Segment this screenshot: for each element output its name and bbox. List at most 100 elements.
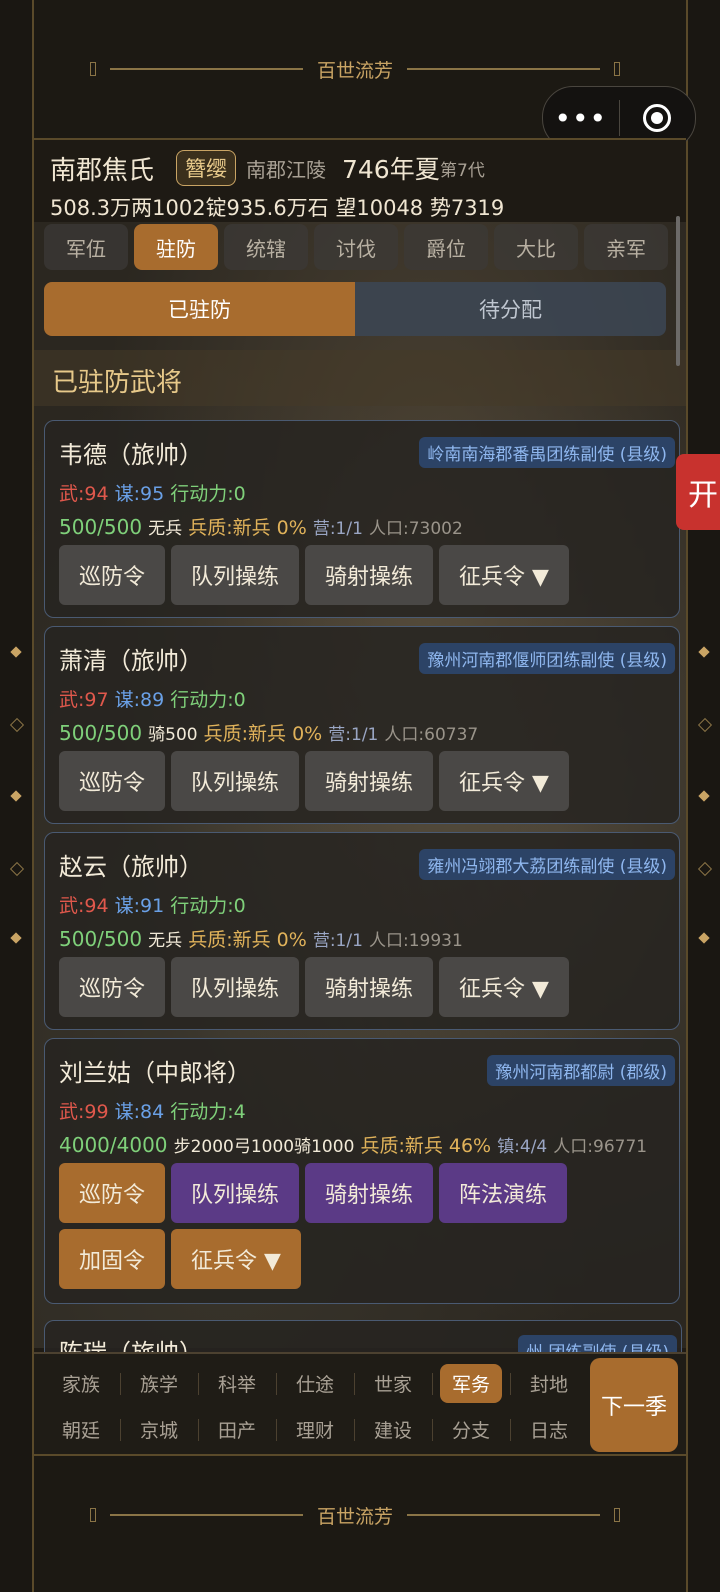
battle-array-drill-button[interactable]: 阵法演练 [439, 1163, 568, 1223]
patrol-order-button[interactable]: 巡防令 [59, 1163, 166, 1223]
general-post: 雍州冯翊郡大荔团练副使 (县级) [419, 849, 675, 880]
top-title-bar: 百世流芳 [90, 54, 621, 84]
top-title: 百世流芳 [317, 59, 394, 82]
troop-quality: 兵质:新兵 0% [188, 929, 307, 951]
formation-drill-button[interactable]: 队列操练 [171, 751, 300, 811]
tab-zhufang[interactable]: 驻防 [134, 224, 218, 270]
action-buttons: 巡防令 队列操练 骑射操练 征兵令 ▼ [59, 751, 569, 811]
population: 人口:60737 [384, 725, 479, 745]
martial-value: 武:94 [59, 895, 109, 917]
open-button[interactable]: 开 [676, 454, 720, 530]
general-card: 韦德（旅帅） 岭南南海郡番禺团练副使 (县级) 武:94 谋:95 行动力:0 … [44, 420, 680, 618]
tab-taofa[interactable]: 讨伐 [314, 224, 398, 270]
troop-count: 500/500 [59, 721, 143, 745]
side-ornament [10, 932, 22, 944]
tab-junwu[interactable]: 军伍 [44, 224, 128, 270]
troop-info: 500/500 无兵 兵质:新兵 0% 营:1/1 人口:19931 [59, 925, 463, 952]
frame-right-line [686, 0, 688, 1592]
troop-info: 500/500 骑500 兵质:新兵 0% 营:1/1 人口:60737 [59, 719, 478, 746]
conscription-dropdown-button[interactable]: 征兵令 ▼ [171, 1229, 301, 1289]
nav-label: 日志 [529, 1419, 568, 1442]
general-attributes: 武:94 谋:95 行动力:0 [59, 479, 246, 506]
side-ornament [698, 790, 710, 802]
conscription-dropdown-button[interactable]: 征兵令 ▼ [439, 957, 569, 1017]
strategy-value: 谋:95 [114, 483, 165, 505]
app-area: 南郡焦氏 簪缨 南郡江陵 746年夏 第7代 508.3万两1002锭935.6… [34, 138, 686, 1456]
tab-tongxia[interactable]: 统辖 [224, 224, 308, 270]
patrol-order-button[interactable]: 巡防令 [59, 957, 166, 1017]
nav-clan-school[interactable]: 族学 [120, 1360, 198, 1406]
target-icon [643, 104, 672, 132]
martial-value: 武:97 [59, 689, 109, 711]
tab-dabi[interactable]: 大比 [494, 224, 578, 270]
nav-branch[interactable]: 分支 [432, 1406, 510, 1452]
tab-jueiwei[interactable]: 爵位 [404, 224, 488, 270]
troop-quality: 兵质:新兵 0% [188, 517, 307, 539]
action-buttons: 巡防令 队列操练 骑射操练 征兵令 ▼ [59, 545, 569, 605]
camp-count: 营:1/1 [328, 725, 379, 745]
formation-drill-button[interactable]: 队列操练 [171, 545, 300, 605]
nav-finance[interactable]: 理财 [276, 1406, 354, 1452]
troop-quality: 兵质:新兵 46% [360, 1135, 492, 1157]
nav-label: 京城 [139, 1419, 178, 1442]
military-tabs: 军伍 驻防 统辖 讨伐 爵位 大比 亲军 [44, 224, 674, 272]
close-target-button[interactable] [620, 104, 696, 132]
nav-exam[interactable]: 科举 [198, 1360, 276, 1406]
strategy-value: 谋:89 [114, 689, 165, 711]
fortify-order-button[interactable]: 加固令 [59, 1229, 166, 1289]
nav-label: 家族 [61, 1373, 100, 1396]
formation-drill-button[interactable]: 队列操练 [171, 957, 300, 1017]
conscription-dropdown-button[interactable]: 征兵令 ▼ [439, 751, 569, 811]
more-icon[interactable]: ••• [543, 102, 619, 135]
nav-capital[interactable]: 京城 [120, 1406, 198, 1452]
action-points: 行动力:0 [170, 895, 246, 917]
section-header: 已驻防武将 [34, 350, 686, 406]
general-name: 韦德（旅帅） [59, 441, 203, 469]
cavalry-archery-button[interactable]: 骑射操练 [305, 957, 434, 1017]
nav-military[interactable]: 军务 [432, 1360, 510, 1406]
nav-court[interactable]: 朝廷 [42, 1406, 120, 1452]
cavalry-archery-button[interactable]: 骑射操练 [305, 545, 434, 605]
status-badge: 簪缨 [176, 150, 236, 186]
nav-log[interactable]: 日志 [510, 1406, 588, 1452]
segment-unassigned[interactable]: 待分配 [355, 282, 666, 336]
troop-composition: 骑500 [148, 725, 198, 745]
action-points: 行动力:0 [170, 483, 246, 505]
next-season-button[interactable]: 下一季 [590, 1358, 678, 1452]
general-card: 赵云（旅帅） 雍州冯翊郡大荔团练副使 (县级) 武:94 谋:91 行动力:0 … [44, 832, 680, 1030]
camp-count: 营:1/1 [312, 931, 363, 951]
nav-noble-families[interactable]: 世家 [354, 1360, 432, 1406]
general-name: 赵云（旅帅） [59, 853, 203, 881]
nav-label: 军务 [439, 1363, 502, 1403]
troop-composition: 步2000弓1000骑1000 [173, 1137, 355, 1157]
tab-qinjun[interactable]: 亲军 [584, 224, 668, 270]
cavalry-archery-button[interactable]: 骑射操练 [305, 751, 434, 811]
camp-count: 营:1/1 [312, 519, 363, 539]
segment-garrisoned[interactable]: 已驻防 [44, 282, 355, 336]
patrol-order-button[interactable]: 巡防令 [59, 751, 166, 811]
population: 人口:19931 [368, 931, 463, 951]
side-ornament [697, 717, 713, 733]
troop-count: 500/500 [59, 927, 143, 951]
conscription-dropdown-button[interactable]: 征兵令 ▼ [439, 545, 569, 605]
nav-career[interactable]: 仕途 [276, 1360, 354, 1406]
troop-info: 500/500 无兵 兵质:新兵 0% 营:1/1 人口:73002 [59, 513, 463, 540]
troop-count: 500/500 [59, 515, 143, 539]
general-attributes: 武:97 谋:89 行动力:0 [59, 685, 246, 712]
scrollbar[interactable] [676, 216, 680, 366]
cavalry-archery-button[interactable]: 骑射操练 [305, 1163, 434, 1223]
troop-info: 4000/4000 步2000弓1000骑1000 兵质:新兵 46% 镇:4/… [59, 1131, 647, 1158]
nav-fief[interactable]: 封地 [510, 1360, 588, 1406]
nav-family[interactable]: 家族 [42, 1360, 120, 1406]
side-ornament [698, 932, 710, 944]
general-card: 刘兰姑（中郎将） 豫州河南郡都尉 (郡级) 武:99 谋:84 行动力:4 40… [44, 1038, 680, 1304]
general-name: 刘兰姑（中郎将） [59, 1059, 251, 1087]
side-ornament [9, 861, 25, 877]
nav-farmland[interactable]: 田产 [198, 1406, 276, 1452]
troop-quality: 兵质:新兵 0% [203, 723, 323, 745]
formation-drill-button[interactable]: 队列操练 [171, 1163, 300, 1223]
patrol-order-button[interactable]: 巡防令 [59, 545, 166, 605]
nav-construction[interactable]: 建设 [354, 1406, 432, 1452]
side-ornament [698, 646, 710, 658]
garrison-segment: 已驻防 待分配 [44, 282, 666, 336]
